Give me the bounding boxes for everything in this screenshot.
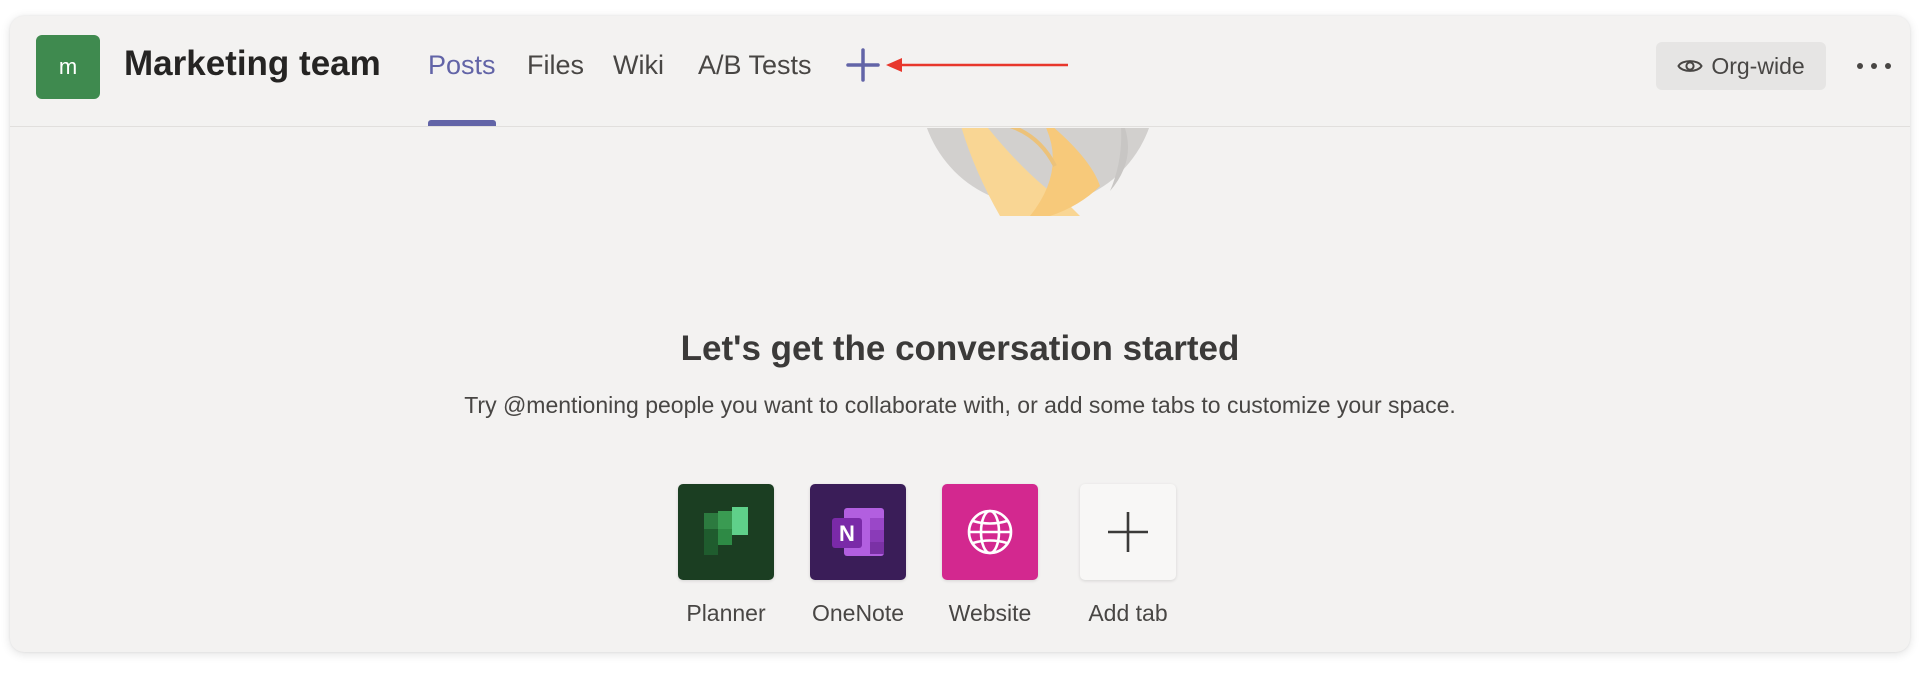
eye-icon [1677, 60, 1703, 72]
tab-posts[interactable]: Posts [428, 50, 496, 81]
team-avatar-initial: m [58, 54, 78, 79]
tab-ab-tests[interactable]: A/B Tests [698, 50, 812, 81]
active-tab-indicator [428, 120, 496, 126]
website-tile [942, 484, 1038, 580]
empty-state-illustration [927, 128, 1149, 216]
add-tab-tile [1080, 484, 1176, 580]
team-name: Marketing team [124, 44, 381, 83]
svg-text:N: N [839, 521, 855, 546]
team-avatar[interactable]: m [36, 35, 100, 99]
empty-state-title: Let's get the conversation started [680, 329, 1240, 368]
onenote-tile: N [810, 484, 906, 580]
plus-icon[interactable] [844, 46, 882, 84]
tab-wiki[interactable]: Wiki [613, 50, 664, 81]
app-onenote[interactable]: N OneNote [810, 484, 906, 627]
teams-channel-window: m Marketing team Posts Files Wiki A/B Te… [10, 16, 1910, 652]
more-options-icon[interactable] [1850, 56, 1898, 76]
privacy-label: Org-wide [1711, 52, 1805, 79]
app-add-tab[interactable]: Add tab [1080, 484, 1176, 627]
onenote-icon: N [832, 508, 884, 556]
planner-icon [704, 507, 748, 555]
app-label-onenote: OneNote [811, 600, 905, 626]
app-label-planner: Planner [686, 600, 766, 626]
globe-icon [967, 509, 1013, 555]
privacy-org-wide-button[interactable]: Org-wide [1656, 42, 1826, 90]
app-label-add-tab: Add tab [1088, 600, 1168, 626]
app-label-website: Website [948, 600, 1032, 626]
tab-files[interactable]: Files [527, 50, 584, 81]
plus-icon [1108, 512, 1148, 552]
planner-tile [678, 484, 774, 580]
app-planner[interactable]: Planner [678, 484, 774, 627]
app-website[interactable]: Website [942, 484, 1038, 627]
empty-state-subtitle: Try @mentioning people you want to colla… [464, 392, 1456, 418]
